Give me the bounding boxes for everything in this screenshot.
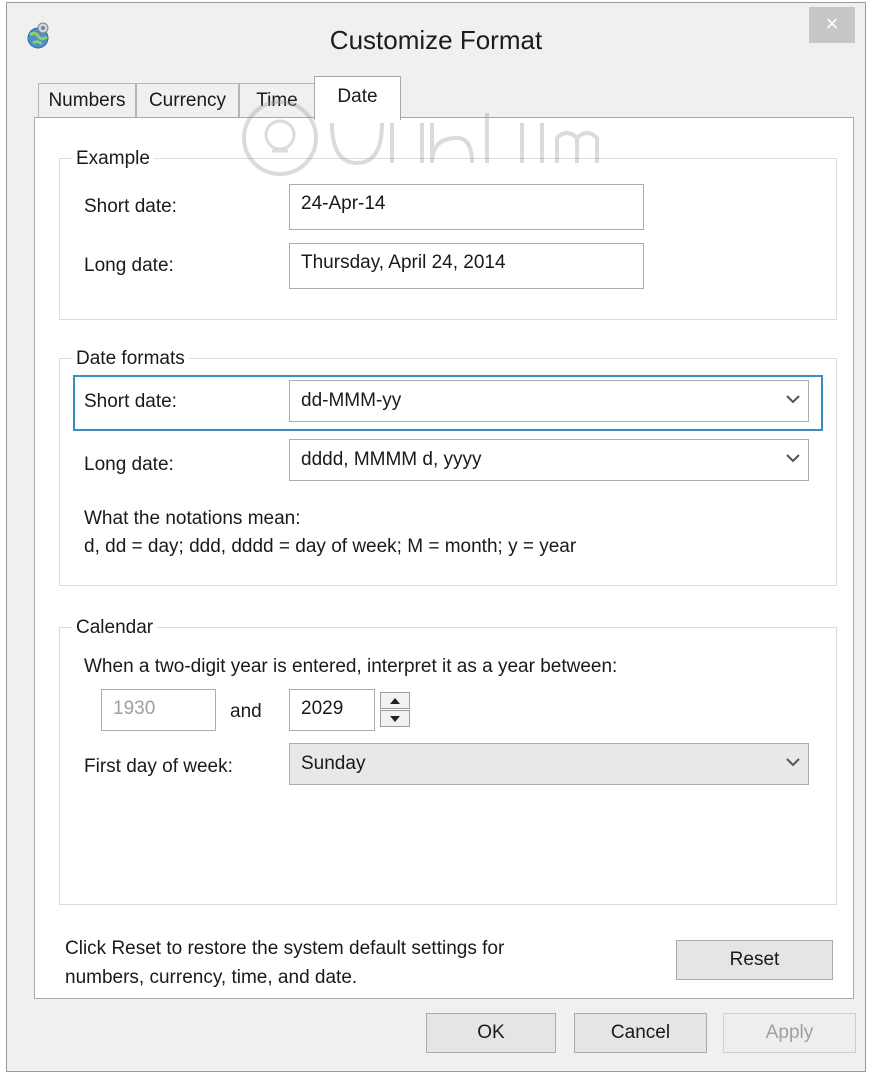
example-long-date-label: Long date: <box>84 255 174 276</box>
long-date-format-value: dddd, MMMM d, yyyy <box>301 449 482 470</box>
example-short-date-label: Short date: <box>84 196 177 217</box>
two-digit-year-text: When a two-digit year is entered, interp… <box>84 656 618 677</box>
customize-format-dialog: Customize Format × Numbers Currency Time… <box>6 2 866 1072</box>
spin-down-button[interactable] <box>380 710 410 727</box>
tab-date-label: Date <box>337 86 378 107</box>
triangle-down-icon <box>390 716 400 722</box>
first-day-of-week-dropdown[interactable]: Sunday <box>289 743 809 785</box>
chevron-down-icon <box>786 395 800 404</box>
tab-numbers[interactable]: Numbers <box>38 83 136 119</box>
short-date-format-value: dd-MMM-yy <box>301 390 402 411</box>
start-year-field: 1930 <box>101 689 216 731</box>
reset-description-line2: numbers, currency, time, and date. <box>65 967 358 988</box>
example-long-date-field: Thursday, April 24, 2014 <box>289 243 644 289</box>
notation-text: d, dd = day; ddd, dddd = day of week; M … <box>84 536 577 557</box>
chevron-down-icon <box>786 758 800 767</box>
tab-time-label: Time <box>256 90 298 111</box>
first-day-of-week-label: First day of week: <box>84 756 233 777</box>
chevron-down-icon <box>786 454 800 463</box>
long-date-format-label: Long date: <box>84 454 174 475</box>
calendar-legend: Calendar <box>72 617 158 639</box>
date-formats-legend: Date formats <box>72 348 189 370</box>
title-bar: Customize Format × <box>7 3 865 75</box>
example-short-date-field: 24-Apr-14 <box>289 184 644 230</box>
reset-description-line1: Click Reset to restore the system defaul… <box>65 938 505 959</box>
triangle-up-icon <box>390 698 400 704</box>
and-label: and <box>230 701 262 722</box>
close-icon: × <box>825 11 839 36</box>
long-date-format-dropdown[interactable]: dddd, MMMM d, yyyy <box>289 439 809 481</box>
tab-currency-label: Currency <box>148 90 227 111</box>
example-group <box>59 158 837 320</box>
ok-button[interactable]: OK <box>426 1013 556 1053</box>
short-date-format-dropdown[interactable]: dd-MMM-yy <box>289 380 809 422</box>
example-legend: Example <box>72 148 154 170</box>
notation-title: What the notations mean: <box>84 508 301 529</box>
close-button[interactable]: × <box>809 7 855 43</box>
reset-button[interactable]: Reset <box>676 940 833 980</box>
tab-time[interactable]: Time <box>239 83 315 119</box>
dialog-title: Customize Format <box>329 25 543 55</box>
end-year-spinner <box>380 692 410 728</box>
date-tab-panel: Example Short date: 24-Apr-14 Long date:… <box>34 117 854 999</box>
short-date-format-label: Short date: <box>84 391 177 412</box>
apply-button: Apply <box>723 1013 856 1053</box>
cancel-button[interactable]: Cancel <box>574 1013 707 1053</box>
tab-currency[interactable]: Currency <box>136 83 239 119</box>
first-day-of-week-value: Sunday <box>301 753 366 774</box>
spin-up-button[interactable] <box>380 692 410 709</box>
tab-date[interactable]: Date <box>314 76 401 120</box>
end-year-field[interactable]: 2029 <box>289 689 375 731</box>
tab-numbers-label: Numbers <box>48 90 126 111</box>
